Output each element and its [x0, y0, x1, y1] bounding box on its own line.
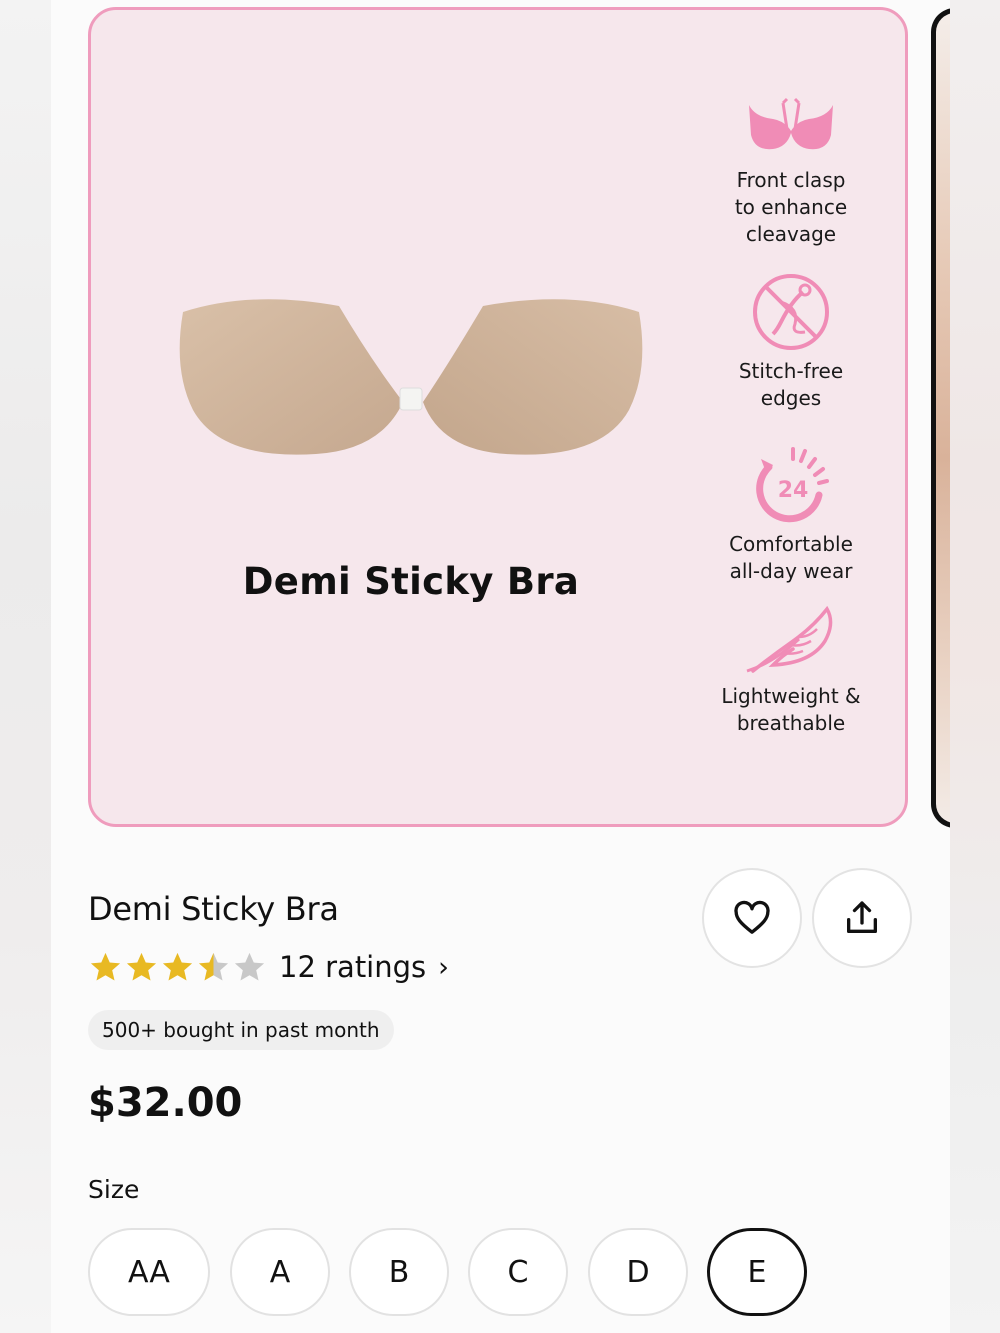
size-option-a[interactable]: A	[230, 1228, 330, 1316]
size-label: Size	[88, 1175, 140, 1204]
empty-star-icon	[234, 952, 265, 980]
feature-all-day: 24 Comfortable all-day wear	[691, 445, 891, 585]
hero-title: Demi Sticky Bra	[242, 560, 580, 603]
feature-front-clasp: Front clasp to enhance cleavage	[691, 95, 891, 248]
front-clasp-bra-icon	[749, 97, 833, 150]
feather-icon	[746, 605, 833, 673]
product-page: Demi Sticky Bra Front clasp to enhance c…	[51, 0, 950, 1333]
background-right	[950, 0, 1000, 1333]
price: $32.00	[88, 1080, 243, 1126]
size-option-b[interactable]: B	[349, 1228, 449, 1316]
heart-icon	[734, 900, 770, 934]
product-image	[179, 299, 643, 455]
bought-badge: 500+ bought in past month	[88, 1010, 394, 1050]
size-option-e[interactable]: E	[707, 1228, 807, 1316]
feature-lightweight: Lightweight & breathable	[691, 605, 891, 737]
favorite-button[interactable]	[702, 868, 802, 968]
feature-text: Comfortable all-day wear	[729, 532, 853, 583]
no-stitch-icon	[753, 274, 829, 350]
star-icon	[126, 952, 157, 980]
size-option-c[interactable]: C	[468, 1228, 568, 1316]
feature-text: Lightweight & breathable	[721, 684, 861, 735]
half-star-icon	[198, 952, 229, 980]
feature-text: Stitch-free edges	[738, 359, 844, 410]
24-hour-icon: 24	[756, 447, 829, 523]
next-image-card[interactable]	[931, 8, 950, 828]
star-icon	[90, 952, 121, 980]
rating-row[interactable]: 12 ratings ›	[88, 945, 449, 989]
star-icon	[162, 952, 193, 980]
size-option-d[interactable]: D	[588, 1228, 688, 1316]
feature-stitch-free: Stitch-free edges	[691, 272, 891, 412]
background-left	[0, 0, 51, 1333]
24-hour-icon-text: 24	[778, 478, 809, 503]
size-option-aa[interactable]: AA	[88, 1228, 210, 1316]
chevron-right-icon[interactable]: ›	[438, 952, 449, 983]
star-rating	[88, 950, 267, 985]
share-icon	[847, 901, 877, 933]
share-button[interactable]	[812, 868, 912, 968]
ratings-count[interactable]: 12 ratings	[279, 950, 426, 984]
feature-text: Front clasp to enhance cleavage	[734, 168, 848, 246]
product-image-card[interactable]: Demi Sticky Bra Front clasp to enhance c…	[88, 7, 908, 827]
product-title: Demi Sticky Bra	[88, 890, 339, 928]
